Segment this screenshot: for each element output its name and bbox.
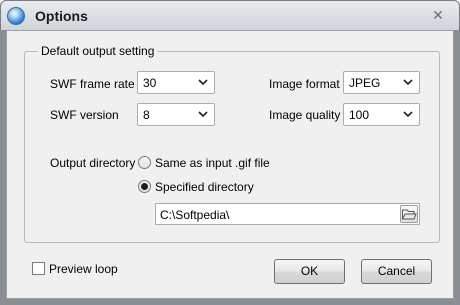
preview-loop-checkbox[interactable]: [32, 262, 45, 275]
frame-rate-value: 30: [143, 76, 157, 90]
swf-version-label: SWF version: [50, 108, 119, 122]
chevron-down-icon: [198, 79, 208, 86]
chevron-down-icon: [198, 111, 208, 118]
image-format-dropdown[interactable]: JPEG: [343, 71, 420, 94]
options-dialog: Options ✕ Default output setting SWF fra…: [0, 0, 460, 305]
image-format-value: JPEG: [349, 76, 381, 90]
image-quality-label: Image quality: [269, 108, 341, 122]
default-output-group: Default output setting SWF frame rate 30…: [24, 44, 440, 243]
app-globe-icon: [7, 7, 25, 25]
swf-version-value: 8: [143, 108, 150, 122]
directory-path-value: C:\Softpedia\: [160, 208, 230, 222]
dialog-body: Default output setting SWF frame rate 30…: [6, 30, 454, 299]
radio-same-as-input[interactable]: [138, 156, 151, 169]
specified-directory-label[interactable]: Specified directory: [155, 180, 254, 194]
directory-path-input[interactable]: C:\Softpedia\: [155, 203, 420, 225]
image-quality-dropdown[interactable]: 100: [343, 103, 420, 126]
chevron-down-icon: [403, 79, 413, 86]
swf-version-dropdown[interactable]: 8: [137, 103, 215, 126]
output-directory-label: Output directory: [50, 156, 136, 170]
close-icon[interactable]: ✕: [431, 8, 445, 22]
radio-specified-directory[interactable]: [138, 180, 151, 193]
image-quality-value: 100: [349, 108, 370, 122]
frame-rate-label: SWF frame rate: [50, 77, 135, 91]
frame-rate-dropdown[interactable]: 30: [137, 71, 215, 94]
same-as-input-label[interactable]: Same as input .gif file: [155, 156, 270, 170]
image-format-label: Image format: [269, 77, 340, 91]
title-bar[interactable]: Options ✕: [0, 0, 460, 30]
ok-button[interactable]: OK: [274, 259, 345, 284]
cancel-button[interactable]: Cancel: [361, 259, 432, 284]
browse-button[interactable]: [400, 205, 418, 223]
group-title: Default output setting: [38, 44, 158, 58]
window-title: Options: [35, 8, 88, 24]
preview-loop-label[interactable]: Preview loop: [49, 262, 118, 276]
folder-open-icon: [401, 209, 417, 220]
chevron-down-icon: [403, 111, 413, 118]
